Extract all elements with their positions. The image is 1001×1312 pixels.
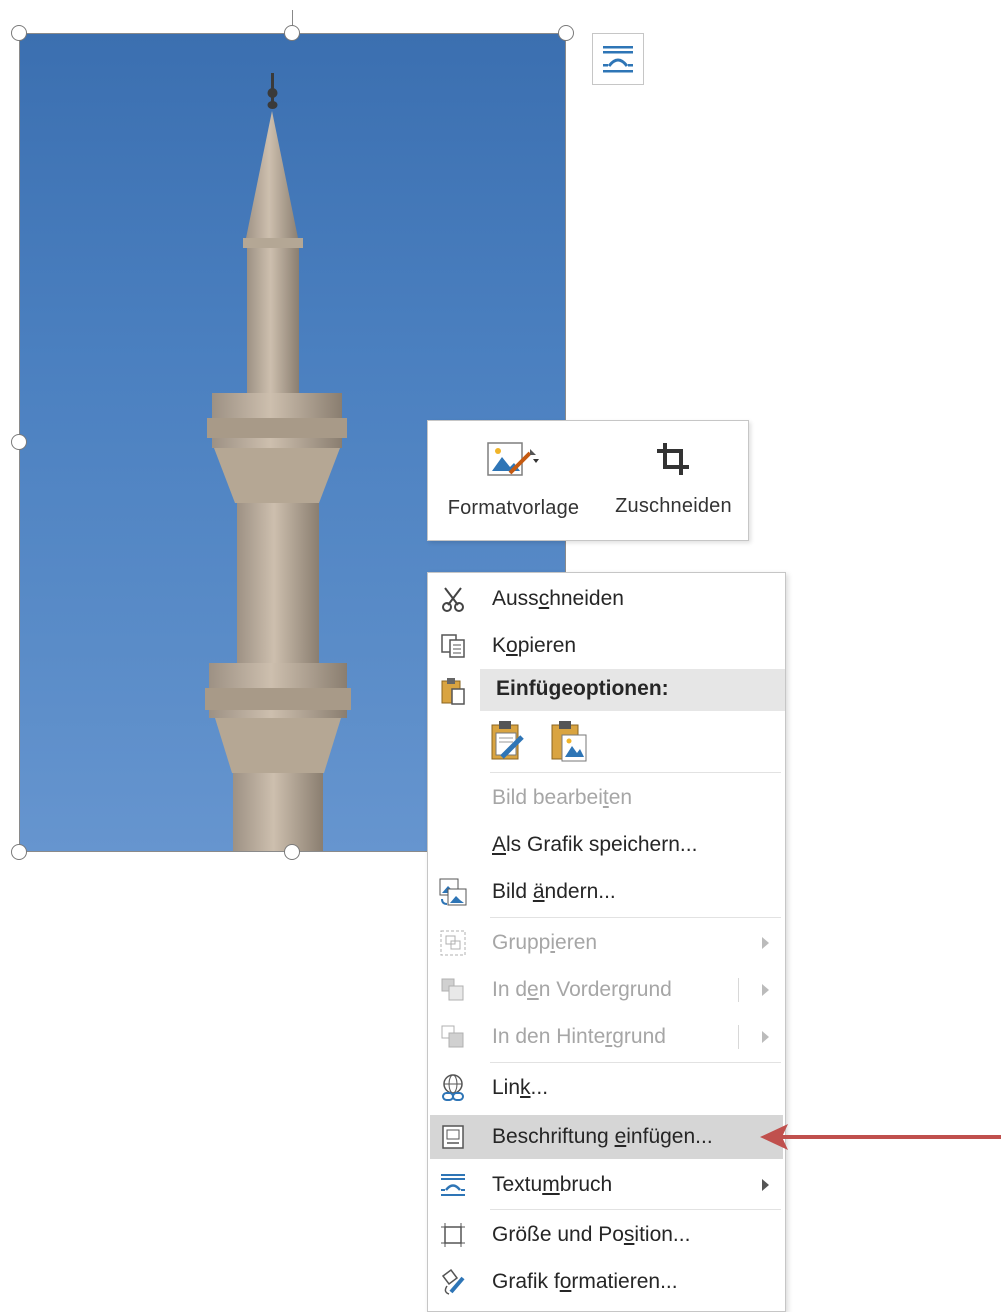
menu-label-save-as-picture: Als Grafik speichern... [492,833,698,856]
menu-item-link[interactable]: Link... [430,1066,783,1110]
menu-item-size-position[interactable]: Größe und Position... [430,1213,783,1257]
style-button[interactable]: Formatvorlage [428,421,599,540]
menu-label-format-picture: Grafik formatieren... [492,1270,678,1293]
paste-as-picture-icon[interactable] [548,719,590,770]
scissors-icon [438,584,468,614]
paste-options-label: Einfügeoptionen: [496,677,669,700]
menu-label-change-picture: Bild ändern... [492,880,616,903]
submenu-arrow-icon[interactable] [762,1031,769,1043]
resize-handle-bottom[interactable] [284,844,300,860]
resize-handle-bottom-left[interactable] [11,844,27,860]
menu-item-cut[interactable]: Ausschneiden [430,577,783,621]
menu-label-bring-forward: In den Vordergrund [492,978,672,1001]
menu-item-send-backward[interactable]: In den Hintergrund [430,1015,783,1059]
menu-item-bring-forward[interactable]: In den Vordergrund [430,968,783,1012]
menu-item-wrap-text[interactable]: Textumbruch [430,1163,783,1207]
link-icon [438,1073,468,1103]
send-backward-icon [438,1022,468,1052]
paste-buttons-row [488,719,590,770]
submenu-arrow-icon [762,1179,769,1191]
paste-options-header: Einfügeoptionen: [430,669,785,713]
submenu-arrow-icon [762,937,769,949]
split-divider [738,1025,739,1049]
menu-item-format-picture[interactable]: Grafik formatieren... [430,1260,783,1304]
annotation-arrow-line [780,1135,1001,1139]
clipboard-icon [438,676,468,706]
menu-item-change-picture[interactable]: Bild ändern... [430,870,783,914]
picture-style-icon [487,442,540,476]
wrap-text-icon [438,1170,468,1200]
menu-separator [490,1062,781,1063]
menu-item-edit-picture[interactable]: Bild bearbeiten [430,776,783,820]
menu-item-copy[interactable]: Kopieren [430,624,783,668]
caption-icon [438,1122,468,1152]
menu-separator [490,917,781,918]
menu-separator [490,1209,781,1210]
menu-label-send-backward: In den Hintergrund [492,1025,666,1048]
change-picture-icon [438,877,468,907]
submenu-arrow-icon[interactable] [762,984,769,996]
menu-label-copy: Kopieren [492,634,577,657]
annotation-arrow-head [760,1124,788,1150]
menu-label-edit-picture: Bild bearbeiten [492,786,633,809]
layout-options-button[interactable] [592,33,644,85]
context-menu: Ausschneiden Kopieren Einfügeoptionen: B… [427,572,786,1312]
crop-icon [657,443,690,475]
mini-toolbar: Formatvorlage Zuschneiden [427,420,749,541]
menu-separator [490,772,781,773]
resize-handle-top-left[interactable] [11,25,27,41]
menu-label-group: Gruppieren [492,931,598,954]
paste-keep-formatting-icon[interactable] [488,719,530,770]
split-divider [738,978,739,1002]
menu-label-wrap-text: Textumbruch [492,1173,613,1196]
group-icon [438,928,468,958]
copy-icon [438,631,468,661]
format-picture-icon [438,1267,468,1297]
crop-button[interactable]: Zuschneiden [599,421,748,540]
style-label: Formatvorlage [447,497,580,519]
menu-label-insert-caption: Beschriftung einfügen... [492,1125,713,1148]
rotation-line [292,10,293,26]
resize-handle-left[interactable] [11,434,27,450]
crop-label: Zuschneiden [615,495,732,517]
menu-label-size-position: Größe und Position... [492,1223,691,1246]
menu-label-link: Link... [492,1076,549,1099]
wrap-text-icon [603,46,633,73]
bring-forward-icon [438,975,468,1005]
resize-handle-top-right[interactable] [558,25,574,41]
menu-item-group[interactable]: Gruppieren [430,921,783,965]
menu-label-cut: Ausschneiden [492,587,624,610]
menu-item-insert-caption[interactable]: Beschriftung einfügen... [430,1115,783,1159]
paste-options-band: Einfügeoptionen: [480,669,785,711]
size-position-icon [438,1220,468,1250]
resize-handle-top[interactable] [284,25,300,41]
menu-item-save-as-picture[interactable]: Als Grafik speichern... [430,823,783,867]
